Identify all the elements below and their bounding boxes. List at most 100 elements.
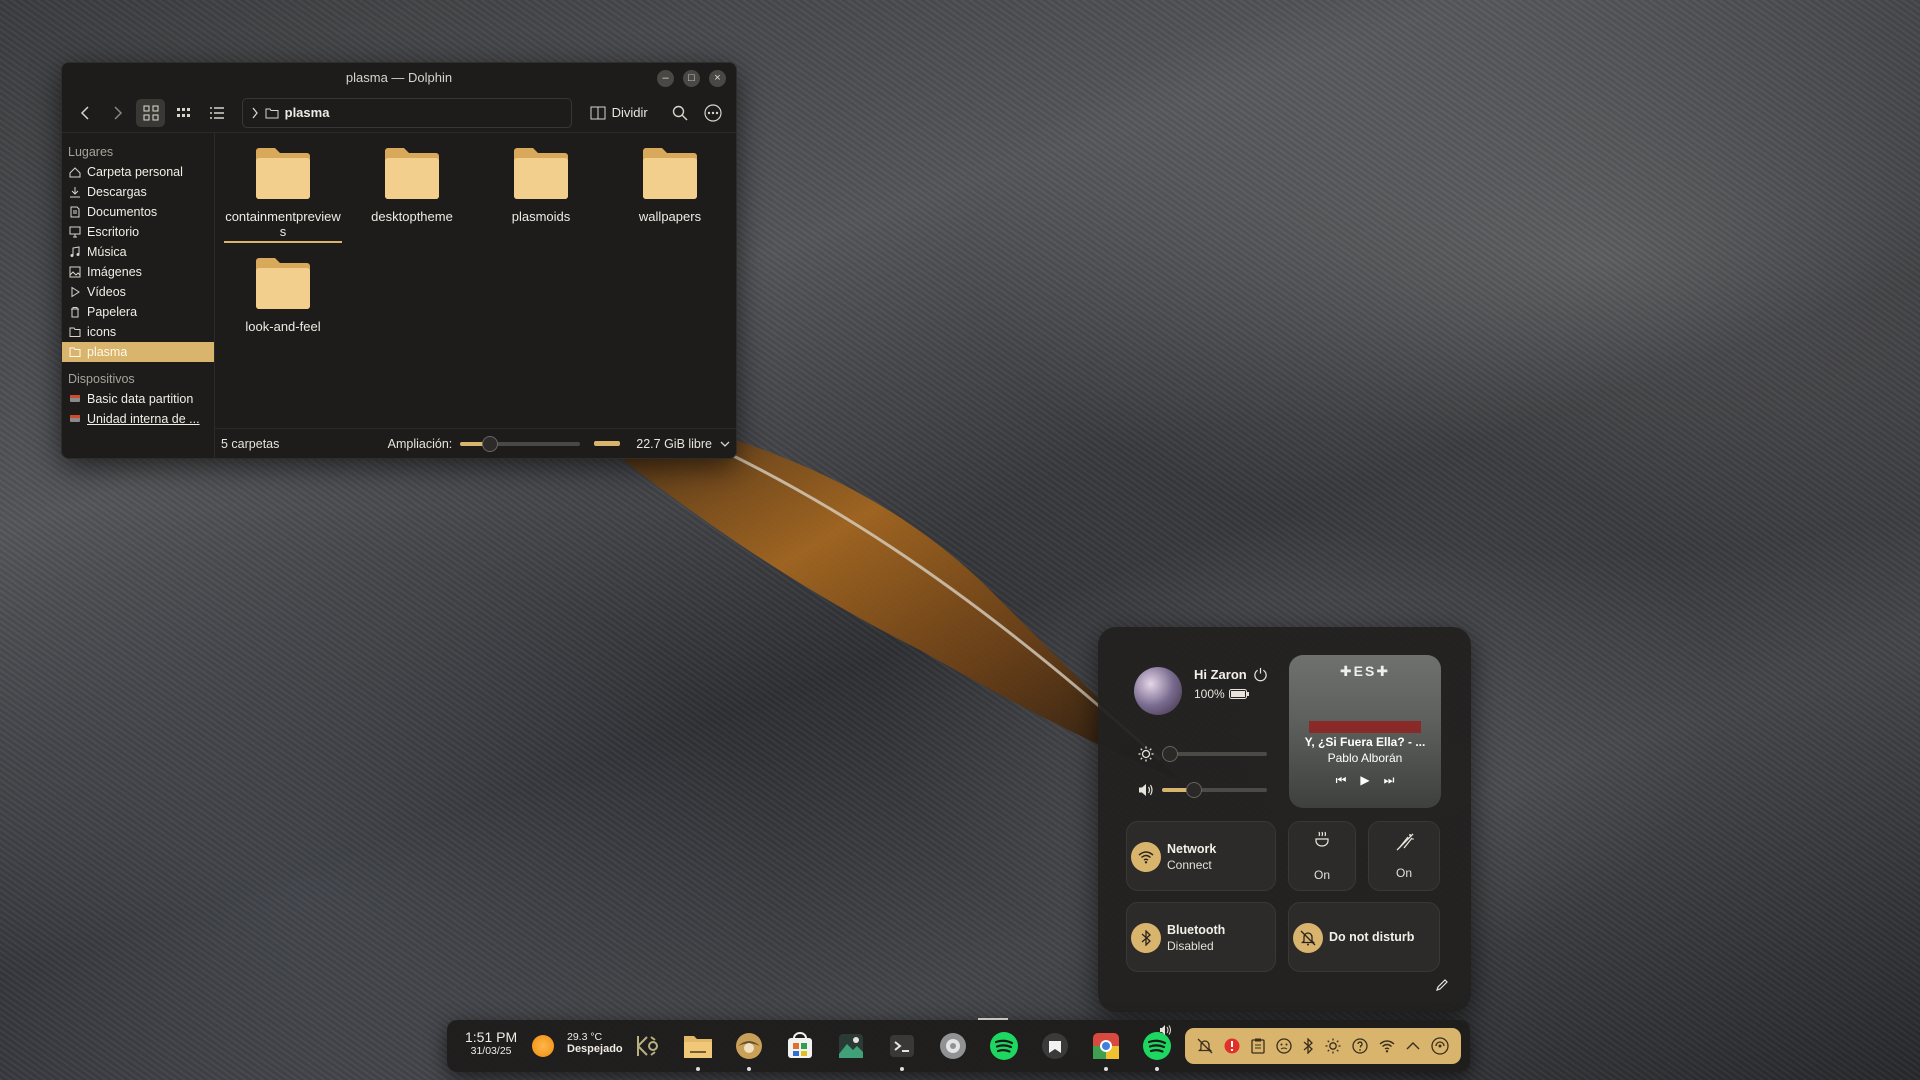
- do-not-disturb-tile[interactable]: Do not disturb: [1288, 902, 1440, 972]
- wifi-tray-icon[interactable]: [1379, 1039, 1395, 1053]
- device-item-unidad-interna-de[interactable]: Unidad interna de ...: [62, 409, 214, 429]
- titlebar[interactable]: plasma — Dolphin – □ ×: [62, 63, 736, 93]
- split-icon: [590, 106, 606, 119]
- sidebar-item-papelera[interactable]: Papelera: [62, 302, 214, 322]
- sidebar-item-icons[interactable]: icons: [62, 322, 214, 342]
- folder-item[interactable]: desktoptheme: [353, 143, 471, 224]
- song-title: Y, ¿Si Fuera Ella? - ...: [1304, 735, 1426, 749]
- sidebar-item-música[interactable]: Música: [62, 242, 214, 262]
- file-view[interactable]: containmentpreviews desktoptheme plasmoids…: [215, 133, 736, 458]
- kde-launcher-icon[interactable]: [631, 1030, 663, 1062]
- settings-app-icon[interactable]: [937, 1030, 969, 1062]
- icons-view-button[interactable]: [136, 98, 166, 127]
- weather-widget[interactable]: 29.3 °C Despejado: [567, 1031, 623, 1055]
- sidebar-item-vídeos[interactable]: Vídeos: [62, 282, 214, 302]
- weather-sun-icon[interactable]: [532, 1035, 554, 1057]
- forward-button[interactable]: [103, 99, 132, 127]
- volume-slider[interactable]: [1162, 782, 1267, 798]
- sidebar-item-label: icons: [87, 325, 117, 339]
- sidebar-item-carpeta-personal[interactable]: Carpeta personal: [62, 162, 214, 182]
- chevron-right-icon: [252, 107, 258, 118]
- zoom-slider[interactable]: [460, 435, 581, 452]
- compact-view-button[interactable]: [169, 99, 198, 127]
- maximize-button[interactable]: □: [683, 70, 700, 87]
- bluetooth-tile[interactable]: Bluetooth Disabled: [1126, 902, 1276, 972]
- next-track-icon[interactable]: ⏭: [1384, 773, 1395, 788]
- folder-item[interactable]: wallpapers: [611, 143, 729, 224]
- sidebar-item-documentos[interactable]: Documentos: [62, 202, 214, 222]
- spotify-app-icon[interactable]: [988, 1030, 1020, 1062]
- search-icon: [673, 105, 688, 120]
- sidebar-item-escritorio[interactable]: Escritorio: [62, 222, 214, 242]
- sidebar-item-label: Música: [87, 245, 127, 259]
- dolphin-window[interactable]: plasma — Dolphin – □ × plasma Dividir Lu…: [61, 62, 737, 459]
- caffeine-tile[interactable]: On: [1288, 821, 1356, 891]
- location-bar[interactable]: plasma: [241, 97, 572, 128]
- notifications-off-icon[interactable]: [1197, 1038, 1213, 1054]
- bluetooth-title: Bluetooth: [1167, 923, 1226, 937]
- sidebar-item-descargas[interactable]: Descargas: [62, 182, 214, 202]
- close-button[interactable]: ×: [709, 70, 726, 87]
- folder-item[interactable]: containmentpreviews: [224, 143, 342, 243]
- media-player[interactable]: ✚ES✚ Y, ¿Si Fuera Ella? - ... Pablo Albo…: [1289, 655, 1441, 808]
- help-icon[interactable]: [1352, 1038, 1368, 1054]
- edit-pencil-icon[interactable]: [1435, 978, 1449, 992]
- list-icon: [210, 106, 225, 119]
- folder-item[interactable]: look-and-feel: [224, 253, 342, 334]
- drive-icon: [70, 395, 80, 402]
- status-bar: 5 carpetas Ampliación: 22.7 GiB libre: [215, 428, 736, 458]
- back-button[interactable]: [70, 99, 99, 127]
- brightness-slider-handle[interactable]: [1162, 746, 1179, 762]
- browser-app-icon[interactable]: [733, 1030, 765, 1062]
- battery-level: 100%: [1194, 687, 1225, 701]
- file-manager-app-icon[interactable]: [682, 1030, 714, 1062]
- volume-icon: [1139, 784, 1153, 796]
- volume-slider-handle[interactable]: [1185, 782, 1202, 798]
- chrome-app-icon[interactable]: [1090, 1030, 1122, 1062]
- greeting: Hi Zaron: [1194, 667, 1247, 682]
- chevron-up-icon[interactable]: [1406, 1041, 1420, 1051]
- folder-icon: [385, 148, 439, 199]
- emoji-icon[interactable]: [1276, 1038, 1292, 1054]
- details-view-button[interactable]: [203, 99, 232, 127]
- search-button[interactable]: [666, 99, 695, 127]
- bookmark-app-icon[interactable]: [1039, 1030, 1071, 1062]
- bluetooth-tray-icon[interactable]: [1303, 1038, 1314, 1054]
- brightness-tray-icon[interactable]: [1325, 1038, 1341, 1054]
- night-light-tile[interactable]: On: [1368, 821, 1440, 891]
- network-tile[interactable]: Network Connect: [1126, 821, 1276, 891]
- clock[interactable]: 1:51 PM 31/03/25: [465, 1029, 517, 1057]
- clipboard-icon[interactable]: [1251, 1038, 1265, 1054]
- image-viewer-app-icon[interactable]: [835, 1030, 867, 1062]
- breadcrumb-current[interactable]: plasma: [285, 105, 330, 120]
- free-space[interactable]: 22.7 GiB libre: [636, 437, 712, 451]
- play-icon[interactable]: ▶: [1360, 773, 1369, 788]
- control-center-icon[interactable]: [1431, 1037, 1449, 1055]
- brightness-slider[interactable]: [1162, 746, 1267, 762]
- chevron-down-icon[interactable]: [720, 440, 730, 448]
- power-icon[interactable]: [1253, 667, 1268, 682]
- album-art-logo: ✚ES✚: [1339, 663, 1391, 679]
- minimize-button[interactable]: –: [657, 70, 674, 87]
- previous-track-icon[interactable]: ⏮: [1336, 773, 1347, 788]
- more-icon: [704, 103, 723, 122]
- menu-button[interactable]: [699, 99, 728, 127]
- update-alert-icon[interactable]: [1224, 1038, 1240, 1054]
- folder-icon: [514, 148, 568, 199]
- sidebar-item-label: Carpeta personal: [87, 165, 183, 179]
- folder-item[interactable]: plasmoids: [482, 143, 600, 224]
- wifi-icon: [1131, 842, 1161, 872]
- sidebar-item-imágenes[interactable]: Imágenes: [62, 262, 214, 282]
- folder-name: wallpapers: [638, 209, 702, 224]
- device-item-basic-data-partition[interactable]: Basic data partition: [62, 389, 214, 409]
- song-artist: Pablo Alborán: [1327, 751, 1403, 765]
- brightness-icon: [1138, 746, 1154, 762]
- avatar[interactable]: [1134, 667, 1182, 715]
- sidebar-item-plasma[interactable]: plasma: [62, 342, 214, 362]
- network-title: Network: [1167, 842, 1217, 856]
- terminal-app-icon[interactable]: [886, 1030, 918, 1062]
- store-app-icon[interactable]: [784, 1030, 816, 1062]
- zoom-slider-handle[interactable]: [482, 435, 499, 452]
- split-button[interactable]: Dividir: [582, 105, 656, 120]
- image-icon: [69, 266, 81, 278]
